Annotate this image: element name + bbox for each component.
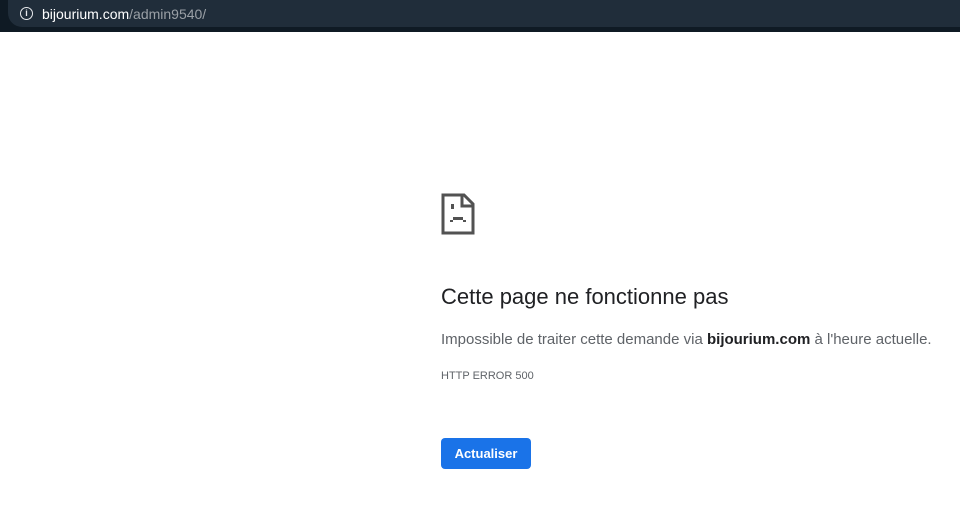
error-host: bijourium.com	[706, 331, 811, 348]
address-bar[interactable]: i bijourium.com/admin9540/	[8, 0, 960, 27]
error-description: Impossible de traiter cette demande via …	[441, 331, 932, 348]
desc-text: Impossible de traiter cette demande via	[441, 331, 707, 348]
error-code: HTTP ERROR 500	[441, 370, 534, 382]
url-path: /admin9540/	[129, 5, 207, 22]
info-icon[interactable]: i	[20, 7, 33, 20]
error-title: Cette page ne fonctionne pas	[441, 284, 729, 309]
url-text[interactable]: bijourium.com/admin9540/	[42, 6, 206, 22]
desc-text-end: à l'heure actuelle.	[810, 331, 932, 348]
sad-page-icon	[441, 193, 475, 235]
url-domain: bijourium.com	[42, 5, 130, 22]
reload-button[interactable]: Actualiser	[441, 438, 531, 469]
browser-toolbar: i bijourium.com/admin9540/	[0, 0, 960, 32]
